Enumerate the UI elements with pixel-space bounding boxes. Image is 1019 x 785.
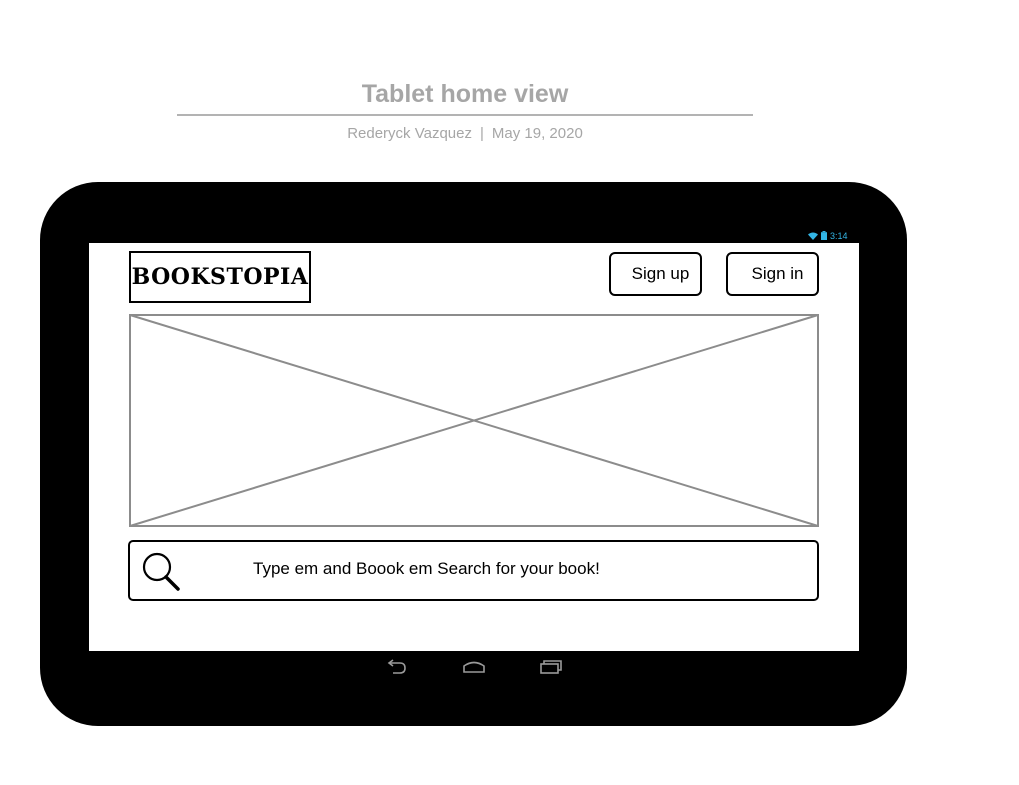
back-icon[interactable] [386,658,410,676]
author-name: Rederyck Vazquez [347,125,472,142]
recents-icon[interactable] [539,658,563,676]
android-nav-bar [386,658,566,676]
logo[interactable]: BOOKSTOPIA [129,251,311,303]
document-title: Tablet home view [361,80,569,108]
sign-in-button[interactable]: Sign in [726,252,819,296]
wifi-icon [808,232,818,240]
home-icon[interactable] [462,658,486,676]
battery-icon [821,231,827,240]
document-date: May 19, 2020 [491,125,583,142]
search-bar[interactable]: Type em and Boook em Search for your boo… [128,540,819,601]
status-bar: 3:14 [808,229,860,242]
search-icon[interactable] [141,552,181,592]
search-prompt[interactable]: Type em and Boook em Search for your boo… [253,558,600,580]
document-meta: Rederyck Vazquez | May 19, 2020 [177,124,753,144]
hero-image-placeholder [129,314,819,527]
status-time: 3:14 [830,230,848,241]
meta-separator: | [479,125,484,142]
sign-up-button[interactable]: Sign up [609,252,702,296]
title-divider [177,114,753,116]
